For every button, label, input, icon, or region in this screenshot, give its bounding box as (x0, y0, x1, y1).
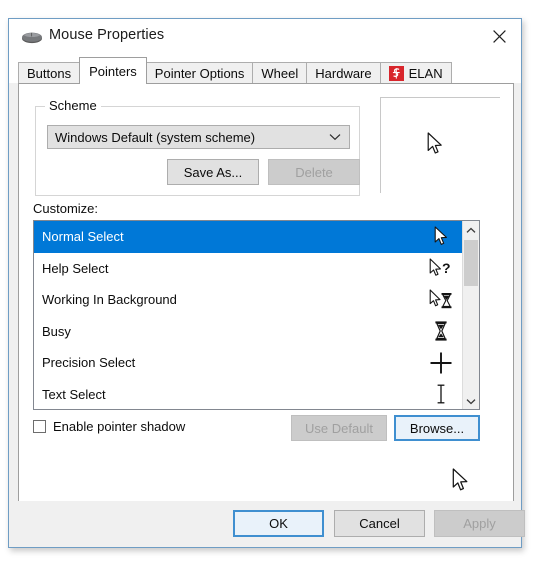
arrow-question-cursor-icon: ? (428, 255, 454, 281)
customize-label: Customize: (33, 201, 99, 216)
enable-pointer-shadow-checkbox[interactable]: Enable pointer shadow (33, 419, 185, 434)
arrow-cursor-icon (428, 224, 454, 250)
list-item[interactable]: Help Select ? (34, 253, 462, 285)
browse-label: Browse... (409, 420, 465, 436)
mouse-properties-window: Mouse Properties Buttons Pointers Pointe… (8, 18, 525, 548)
list-item[interactable]: Normal Select (34, 221, 462, 253)
scrollbar-up-button[interactable] (463, 221, 479, 238)
scheme-combobox[interactable]: Windows Default (system scheme) (47, 125, 350, 149)
cancel-button[interactable]: Cancel (334, 510, 425, 537)
tab-list: Buttons Pointers Pointer Options Wheel H… (18, 57, 452, 84)
checkbox-box (33, 420, 46, 433)
tab-pointer-options[interactable]: Pointer Options (145, 62, 254, 83)
tab-elan[interactable]: ELAN (379, 62, 452, 83)
scrollbar-down-button[interactable] (463, 392, 479, 409)
ok-button[interactable]: OK (233, 510, 324, 537)
tab-label: Buttons (27, 65, 72, 81)
list-item[interactable]: Busy (34, 316, 462, 348)
svg-text:?: ? (442, 260, 451, 276)
mouse-icon (21, 30, 43, 45)
enable-pointer-shadow-label: Enable pointer shadow (53, 419, 186, 434)
cursor-list-scrollbar[interactable] (462, 221, 479, 409)
cursor-list[interactable]: Normal Select Help Select ? Working In B… (33, 220, 480, 410)
arrow-cursor-icon (427, 132, 444, 161)
crosshair-cursor-icon (428, 350, 454, 376)
screen: Mouse Properties Buttons Pointers Pointe… (0, 0, 536, 563)
list-item-label: Text Select (42, 386, 106, 402)
cursor-preview-panel (380, 97, 500, 193)
chevron-down-icon (329, 126, 341, 148)
pointers-tab-panel: Scheme Windows Default (system scheme) S… (18, 83, 514, 503)
title-bar: Mouse Properties (9, 19, 521, 57)
delete-scheme-button: Delete (268, 159, 360, 185)
apply-button: Apply (434, 510, 525, 537)
window-title: Mouse Properties (49, 27, 165, 43)
chevron-down-icon (466, 392, 476, 410)
tab-strip: Buttons Pointers Pointer Options Wheel H… (9, 57, 521, 84)
close-button[interactable] (477, 19, 521, 53)
close-icon (492, 29, 506, 43)
use-default-label: Use Default (305, 420, 373, 436)
scheme-legend: Scheme (45, 98, 101, 113)
tab-label: Wheel (261, 65, 299, 81)
elan-logo-icon (388, 65, 404, 81)
ok-label: OK (269, 516, 288, 531)
ibeam-cursor-icon (428, 381, 454, 407)
list-item-label: Normal Select (42, 229, 124, 245)
scheme-groupbox: Scheme Windows Default (system scheme) S… (35, 98, 360, 196)
apply-label: Apply (463, 516, 496, 531)
list-item-label: Busy (42, 323, 71, 339)
list-item[interactable]: Precision Select (34, 347, 462, 379)
tab-label: Pointers (89, 63, 137, 79)
tab-hardware[interactable]: Hardware (306, 62, 381, 83)
scrollbar-thumb[interactable] (464, 240, 478, 286)
list-item[interactable]: Working In Background (34, 284, 462, 316)
list-item-label: Precision Select (42, 355, 136, 371)
cancel-label: Cancel (359, 516, 400, 531)
delete-label: Delete (295, 164, 333, 180)
cursor-list-items: Normal Select Help Select ? Working In B… (34, 221, 462, 409)
save-as-button[interactable]: Save As... (167, 159, 259, 185)
hourglass-cursor-icon (428, 318, 454, 344)
tab-buttons[interactable]: Buttons (18, 62, 81, 83)
use-default-button: Use Default (291, 415, 387, 441)
tab-label: Hardware (315, 65, 372, 81)
list-item[interactable]: Text Select (34, 379, 462, 410)
scheme-combobox-value: Windows Default (system scheme) (55, 129, 256, 145)
list-item-label: Help Select (42, 260, 109, 276)
tab-label: ELAN (408, 65, 443, 81)
arrow-hourglass-cursor-icon (428, 287, 454, 313)
tab-wheel[interactable]: Wheel (252, 62, 308, 83)
tab-label: Pointer Options (154, 65, 245, 81)
save-as-label: Save As... (183, 164, 243, 180)
chevron-up-icon (466, 221, 476, 239)
list-item-label: Working In Background (42, 292, 177, 308)
browse-button[interactable]: Browse... (394, 415, 480, 441)
tab-pointers[interactable]: Pointers (79, 57, 147, 84)
